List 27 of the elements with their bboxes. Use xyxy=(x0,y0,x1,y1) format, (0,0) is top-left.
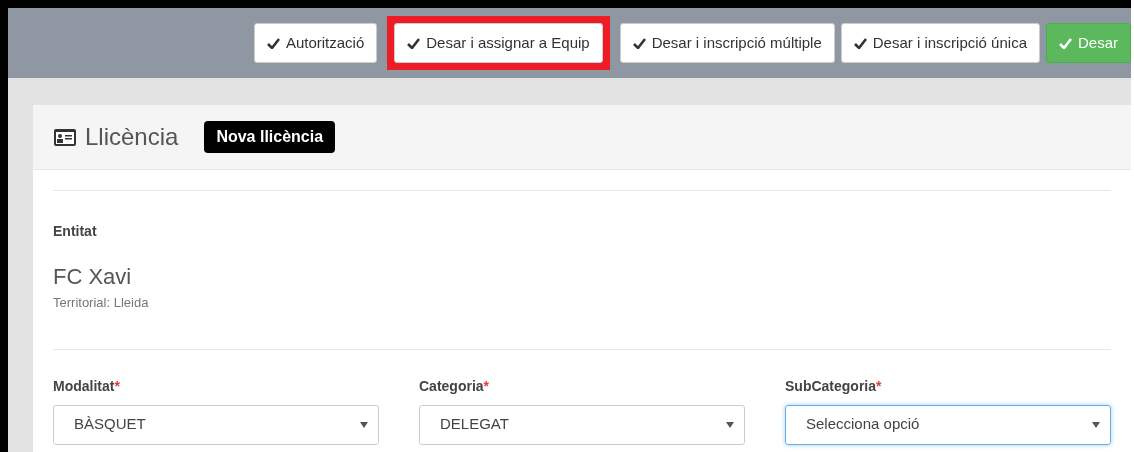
toolbar-button[interactable]: Desar i assignar a Equip xyxy=(394,23,603,63)
checkmark-icon xyxy=(266,37,280,49)
status-badge: Nova llicència xyxy=(204,121,336,153)
checkmark-icon xyxy=(632,37,646,49)
caret-icon xyxy=(726,421,734,428)
caret-icon xyxy=(360,421,368,428)
required-marker: * xyxy=(114,377,120,394)
checkmark-icon xyxy=(407,37,421,49)
entity-name: FC Xavi xyxy=(53,263,133,291)
panel-title: Llicència xyxy=(85,122,179,152)
required-marker: * xyxy=(876,377,882,394)
toolbar-button[interactable]: Desar i inscripció múltiple xyxy=(619,23,835,63)
field-label: SubCategoria* xyxy=(785,376,883,396)
field-label: Categoria* xyxy=(419,376,491,396)
required-marker: * xyxy=(483,377,490,394)
territory-text: Territorial: Lleida xyxy=(53,294,150,312)
checkmark-icon xyxy=(853,37,867,49)
toolbar-button[interactable]: Autorització xyxy=(253,23,378,63)
dropdown[interactable]: Selecciona opció xyxy=(785,404,1111,445)
caret-icon xyxy=(1092,421,1100,428)
toolbar-button[interactable]: Desar i inscripció única xyxy=(840,23,1040,63)
id-card-icon xyxy=(53,127,77,147)
field-label: Entitat xyxy=(53,222,98,241)
dropdown[interactable]: BÀSQUET xyxy=(53,404,379,445)
dropdown[interactable]: DELEGAT xyxy=(419,404,745,445)
checkmark-icon xyxy=(1059,37,1072,49)
field-label: Modalitat* xyxy=(53,376,121,396)
